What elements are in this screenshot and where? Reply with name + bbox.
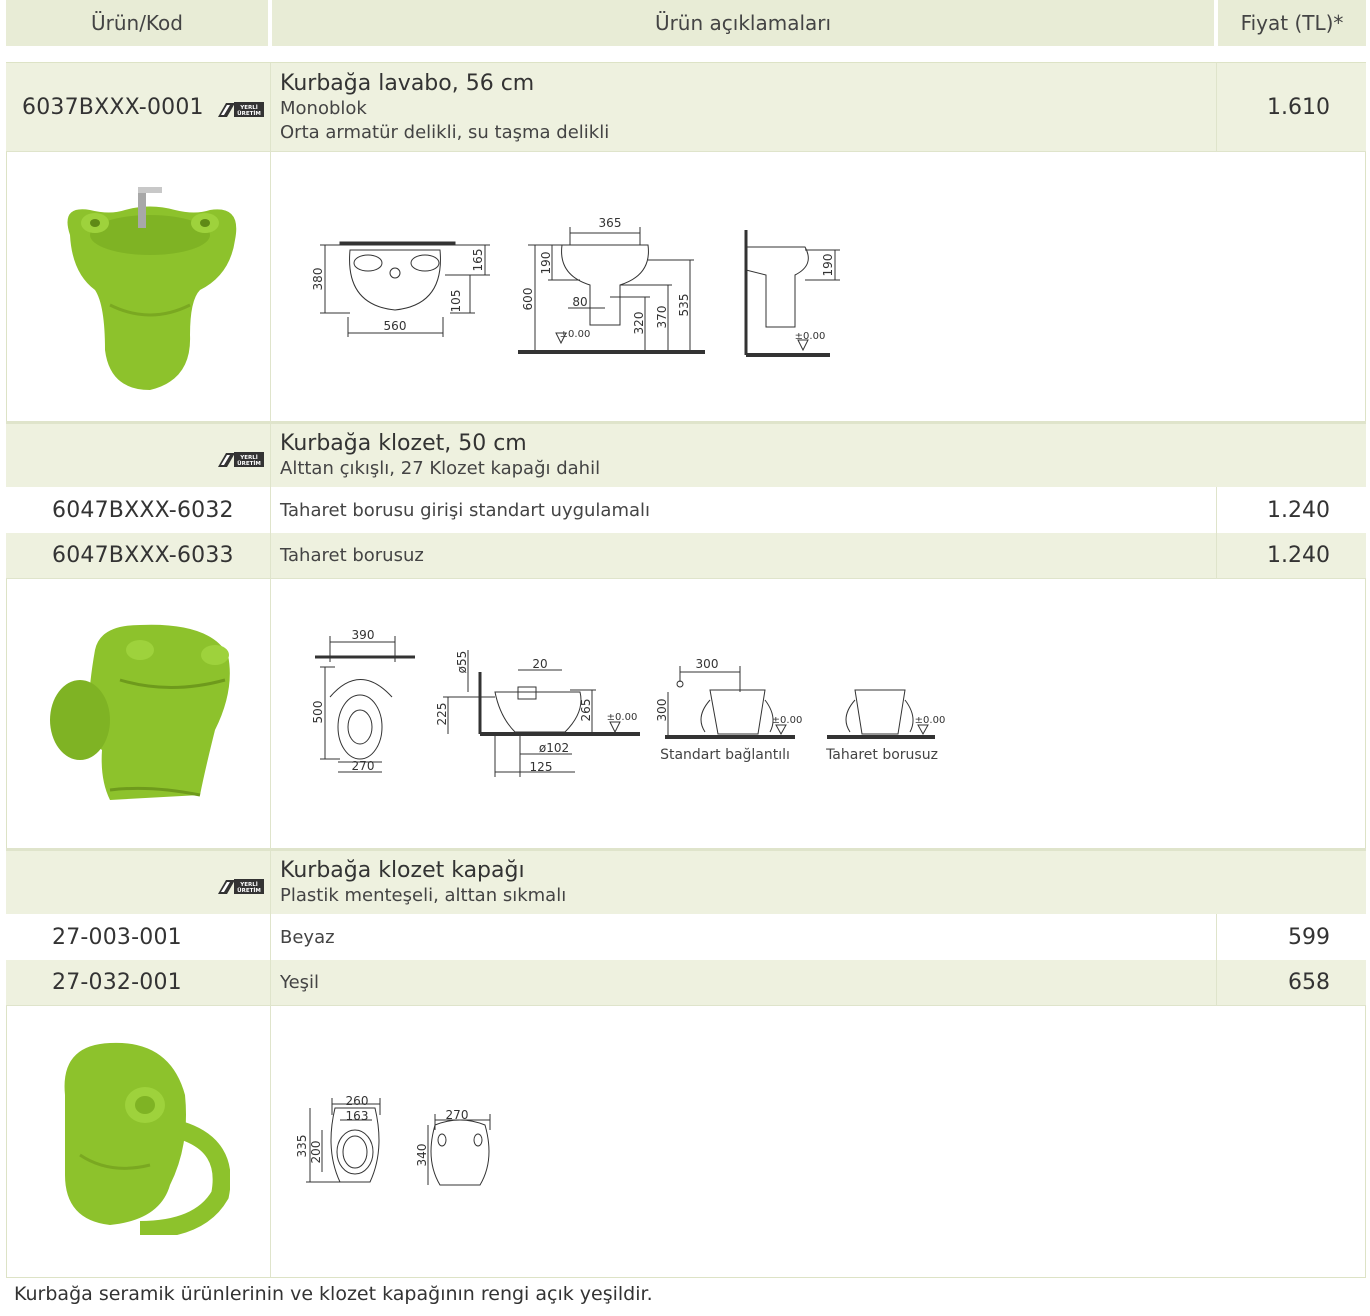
header-code: Ürün/Kod — [6, 0, 268, 46]
svg-text:340: 340 — [415, 1144, 429, 1167]
row-divider — [6, 151, 1366, 152]
svg-text:YERLİ: YERLİ — [239, 881, 258, 888]
svg-text:365: 365 — [599, 216, 622, 230]
svg-text:380: 380 — [311, 268, 325, 291]
svg-text:370: 370 — [655, 306, 669, 329]
svg-text:±0.00: ±0.00 — [607, 712, 638, 723]
svg-text:125: 125 — [530, 760, 553, 774]
svg-text:270: 270 — [352, 759, 375, 773]
product-desc: Taharet borusu girişi standart uygulamal… — [280, 499, 651, 521]
svg-text:ø55: ø55 — [455, 651, 469, 674]
svg-text:±0.00: ±0.00 — [915, 715, 946, 726]
svg-text:190: 190 — [539, 252, 553, 275]
table-row — [6, 960, 1366, 1005]
product-line: Orta armatür delikli, su taşma delikli — [280, 122, 610, 143]
product-price: 599 — [1288, 924, 1330, 950]
product-title: Kurbağa klozet, 50 cm — [280, 431, 527, 456]
product-desc: Yeşil — [280, 972, 320, 993]
svg-text:320: 320 — [632, 312, 646, 335]
product-code: 27-003-001 — [52, 924, 182, 950]
svg-text:ÜRETİM: ÜRETİM — [237, 110, 261, 117]
table-row — [6, 851, 1366, 914]
svg-text:±0.00: ±0.00 — [560, 329, 591, 340]
svg-text:560: 560 — [384, 319, 407, 333]
svg-text:ø102: ø102 — [539, 741, 569, 755]
row-divider — [6, 421, 1366, 424]
product-line: Monoblok — [280, 98, 367, 119]
header-code-label: Ürün/Kod — [90, 11, 183, 35]
frog-sink-photo — [67, 187, 237, 390]
product-price: 1.240 — [1267, 497, 1330, 523]
product-price: 1.240 — [1267, 543, 1330, 568]
product-desc: Beyaz — [280, 926, 335, 948]
svg-text:±0.00: ±0.00 — [795, 331, 826, 342]
svg-text:Standart bağlantılı: Standart bağlantılı — [660, 747, 790, 763]
svg-text:ÜRETİM: ÜRETİM — [237, 887, 261, 894]
svg-text:200: 200 — [309, 1141, 323, 1164]
svg-text:YERLİ: YERLİ — [239, 104, 258, 111]
frog-seat-cover-photo — [64, 1042, 230, 1235]
table-row — [6, 63, 1366, 151]
yerli-uretim-badge-icon: YERLİ ÜRETİM — [218, 102, 264, 117]
svg-text:190: 190 — [821, 254, 835, 277]
product-line: Alttan çıkışlı, 27 Klozet kapağı dahil — [280, 458, 601, 479]
footnote: Kurbağa seramik ürünlerinin ve klozet ka… — [14, 1283, 653, 1305]
product-desc: Taharet borusuz — [280, 545, 424, 566]
svg-text:165: 165 — [471, 249, 485, 272]
column-divider — [270, 63, 271, 1277]
svg-text:300: 300 — [655, 699, 669, 722]
table-row — [6, 424, 1366, 487]
header-desc: Ürün açıklamaları — [272, 0, 1214, 46]
frog-toilet-photo — [50, 624, 230, 800]
header-price: Fiyat (TL)* — [1218, 0, 1366, 46]
product-line: Plastik menteşeli, alttan sıkmalı — [280, 885, 567, 906]
seat-cover-technical-drawing: 260 163 335 200 270 340 — [295, 1094, 491, 1186]
svg-text:Taharet borusuz: Taharet borusuz — [825, 747, 938, 763]
row-divider — [6, 578, 1366, 579]
svg-text:535: 535 — [677, 294, 691, 317]
svg-text:105: 105 — [449, 290, 463, 313]
svg-text:300: 300 — [696, 657, 719, 671]
product-title: Kurbağa lavabo, 56 cm — [280, 71, 535, 96]
yerli-uretim-badge-icon: YERLİ ÜRETİM — [218, 879, 264, 894]
product-code: 6047BXXX-6033 — [52, 543, 234, 568]
product-price: 658 — [1288, 970, 1330, 995]
table-row — [6, 914, 1366, 960]
row-divider — [6, 848, 1366, 851]
column-divider — [1216, 914, 1217, 1005]
column-divider — [1216, 487, 1217, 578]
svg-text:265: 265 — [579, 699, 593, 722]
svg-text:260: 260 — [346, 1094, 369, 1108]
header-price-label: Fiyat (TL)* — [1240, 11, 1344, 35]
product-price: 1.610 — [1267, 94, 1330, 120]
svg-text:ÜRETİM: ÜRETİM — [237, 460, 261, 467]
product-code: 27-032-001 — [52, 970, 182, 995]
svg-text:225: 225 — [435, 703, 449, 726]
product-code: 6037BXXX-0001 — [22, 94, 204, 120]
column-divider — [1216, 63, 1217, 151]
svg-text:390: 390 — [352, 628, 375, 642]
yerli-uretim-badge-icon: YERLİ ÜRETİM — [218, 452, 264, 467]
product-code: 6047BXXX-6032 — [52, 497, 234, 523]
sink-technical-drawing: 380 560 165 105 365 190 600 80 320 370 5… — [311, 216, 840, 357]
toilet-technical-drawing: 390 500 270 ø55 20 225 265 ±0.00 ø102 12… — [311, 628, 946, 777]
row-divider — [6, 1005, 1366, 1006]
svg-text:600: 600 — [521, 288, 535, 311]
svg-text:80: 80 — [572, 295, 587, 309]
svg-text:YERLİ: YERLİ — [239, 454, 258, 461]
product-title: Kurbağa klozet kapağı — [280, 858, 525, 883]
svg-text:20: 20 — [532, 657, 547, 671]
svg-text:500: 500 — [311, 701, 325, 724]
svg-text:270: 270 — [446, 1108, 469, 1122]
header-desc-label: Ürün açıklamaları — [654, 11, 832, 35]
svg-text:163: 163 — [346, 1109, 369, 1123]
svg-text:335: 335 — [295, 1135, 309, 1158]
svg-text:±0.00: ±0.00 — [772, 715, 803, 726]
